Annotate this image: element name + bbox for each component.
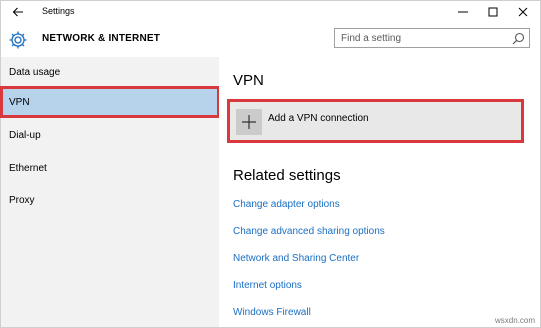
- link-change-adapter-options[interactable]: Change adapter options: [233, 199, 340, 210]
- sidebar-item-proxy[interactable]: Proxy: [1, 185, 219, 215]
- back-arrow-icon[interactable]: [10, 4, 26, 20]
- add-vpn-label: Add a VPN connection: [268, 113, 369, 124]
- maximize-icon[interactable]: [479, 3, 507, 21]
- search-box[interactable]: [334, 28, 530, 48]
- title-bar: Settings: [1, 1, 540, 23]
- window-title: Settings: [42, 6, 75, 16]
- sidebar-item-vpn[interactable]: VPN: [0, 86, 220, 118]
- add-vpn-connection-button[interactable]: Add a VPN connection: [227, 99, 524, 143]
- section-heading-vpn: VPN: [233, 72, 264, 89]
- watermark: wsxdn.com: [495, 316, 536, 325]
- search-input[interactable]: [341, 31, 501, 45]
- minimize-icon[interactable]: [449, 3, 477, 21]
- close-icon[interactable]: [509, 3, 537, 21]
- main-content: VPN Add a VPN connection Related setting…: [219, 57, 540, 327]
- search-icon[interactable]: [512, 32, 525, 45]
- page-title: NETWORK & INTERNET: [42, 33, 161, 44]
- sidebar: Data usage VPN Dial-up Ethernet Proxy: [0, 57, 220, 327]
- link-network-and-sharing-center[interactable]: Network and Sharing Center: [233, 253, 359, 264]
- link-internet-options[interactable]: Internet options: [233, 280, 302, 291]
- related-settings-heading: Related settings: [233, 167, 341, 184]
- link-windows-firewall[interactable]: Windows Firewall: [233, 307, 311, 318]
- plus-icon: [236, 109, 262, 135]
- gear-icon: [8, 30, 28, 50]
- settings-window: Settings NETWORK & INTERNET Find a setti…: [0, 0, 541, 328]
- sidebar-item-ethernet[interactable]: Ethernet: [1, 153, 219, 183]
- page-header: NETWORK & INTERNET: [1, 23, 540, 57]
- sidebar-item-dial-up[interactable]: Dial-up: [1, 120, 219, 150]
- link-change-advanced-sharing-options[interactable]: Change advanced sharing options: [233, 226, 385, 237]
- sidebar-item-data-usage[interactable]: Data usage: [1, 57, 219, 87]
